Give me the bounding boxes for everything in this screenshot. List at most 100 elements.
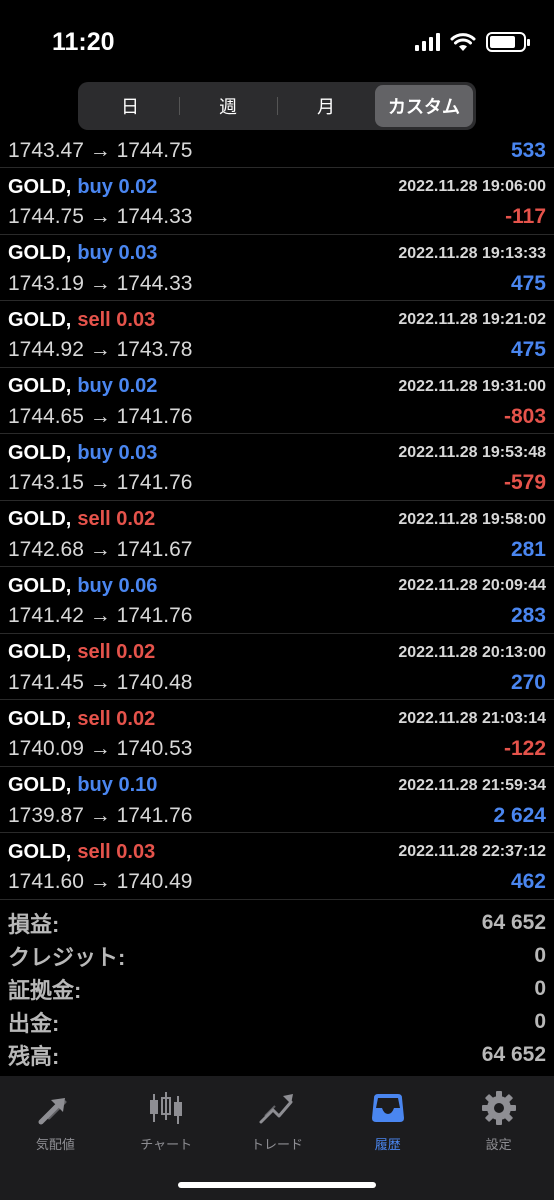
list-item[interactable]: GOLD, buy 0.03 2022.11.28 19:53:48 1743.15 … [0,434,554,501]
list-item[interactable]: GOLD, sell 0.02 2022.11.28 21:03:14 1740.09… [0,700,554,767]
trade-profit: 283 [510,604,546,627]
trade-time: 2022.11.28 19:21:02 [398,311,546,328]
trade-time: 2022.11.28 20:13:00 [398,643,546,661]
trade-profit: -117 [505,205,546,228]
summary-value: 0 [534,1009,546,1033]
trade-side: buy 0.06 [77,574,158,597]
trade-symbol: GOLD, [8,242,72,264]
trade-prices: 1743.15 → 1741.76 [8,471,193,494]
trade-side: buy 0.02 [77,175,158,198]
trade-prices: 1741.42 → 1741.76 [8,604,193,627]
list-item[interactable]: GOLD, buy 0.10 2022.11.28 21:59:34 1739.87 … [0,767,554,833]
trade-side: sell 0.03 [77,840,156,863]
trade-side: sell 0.02 [77,508,156,530]
summary-value: 64 652 [481,1042,546,1066]
list-item[interactable]: GOLD, buy 0.06 2022.11.28 20:09:44 1741.42 … [0,567,554,634]
trade-prices: 1739.87 → 1741.76 [8,803,193,827]
summary-balance-row: 残高: 64 652 [0,1038,554,1071]
summary-label: 損益: [8,911,60,937]
trade-profit: 462 [510,870,546,893]
trade-symbol: GOLD, [8,508,72,530]
trade-symbol: GOLD, [8,641,72,663]
trade-symbol: GOLD, [8,308,72,331]
summary-label: 証拠金: [8,977,82,1003]
tab-label: チャート [140,1137,193,1152]
account-summary: 損益: 64 652 クレジット: 0 証拠金: 0 出金: 0 残高: 64 … [0,906,554,1071]
trade-symbol: GOLD, [8,707,72,730]
trade-symbol: GOLD, [8,774,72,796]
status-time: 11:20 [52,28,115,56]
list-item[interactable]: GOLD, buy 0.03 2022.11.28 19:13:33 1743.19 … [0,235,554,301]
list-item[interactable]: 1743.47 → 1744.75 533 [0,138,554,168]
trade-prices: 1743.19 → 1744.33 [8,271,193,295]
tab-settings[interactable]: 設定 [443,1076,554,1200]
trade-profit: 475 [510,271,546,295]
trade-prices: 1743.47 → 1744.75 [8,139,193,162]
history-inbox-icon [368,1088,408,1128]
list-item[interactable]: GOLD, buy 0.02 2022.11.28 19:06:00 1744.75 … [0,168,554,235]
tab-day[interactable]: 日 [81,85,179,127]
trade-side: sell 0.02 [77,707,156,730]
history-list[interactable]: 1743.47 → 1744.75 533 GOLD, buy 0.02 2022.… [0,138,554,900]
trade-symbol: GOLD, [8,441,72,464]
summary-profit-row: 損益: 64 652 [0,906,554,939]
trade-symbol: GOLD, [8,375,72,397]
summary-value: 0 [534,976,546,1000]
trade-time: 2022.11.28 19:13:33 [398,244,546,262]
trade-time: 2022.11.28 19:31:00 [398,377,546,395]
list-item[interactable]: GOLD, sell 0.02 2022.11.28 19:58:00 1742.68… [0,501,554,567]
list-item[interactable]: GOLD, buy 0.02 2022.11.28 19:31:00 1744.65 … [0,368,554,434]
trade-time: 2022.11.28 19:58:00 [398,510,546,528]
tab-label: 履歴 [374,1137,401,1152]
trade-profit: 270 [510,670,546,694]
trade-symbol: GOLD, [8,175,72,198]
summary-credit-row: クレジット: 0 [0,939,554,972]
quotes-arrows-icon [35,1088,75,1128]
trade-profit: -803 [503,404,546,428]
battery-icon [486,32,530,52]
trade-side: buy 0.02 [77,375,158,397]
home-indicator [178,1182,376,1188]
summary-value: 64 652 [481,910,546,934]
list-item[interactable]: GOLD, sell 0.03 2022.11.28 22:37:12 1741.60… [0,833,554,900]
trade-prices: 1744.65 → 1741.76 [8,404,193,428]
trade-profit: 475 [510,338,546,361]
trade-profit: -122 [503,737,546,760]
trade-time: 2022.11.28 19:06:00 [398,178,546,195]
tab-quotes[interactable]: 気配値 [0,1076,111,1200]
trade-time: 2022.11.28 21:03:14 [398,710,546,727]
trade-prices: 1744.92 → 1743.78 [8,338,193,361]
cellular-signal-icon [415,33,440,51]
trade-time: 2022.11.28 19:53:48 [398,444,546,461]
tab-week[interactable]: 週 [179,85,277,127]
summary-label: 残高: [8,1043,60,1069]
summary-deposit-row: 証拠金: 0 [0,972,554,1005]
trade-profit: 533 [510,139,546,162]
summary-label: 出金: [8,1010,60,1036]
status-icons [415,32,530,52]
trade-profit: 281 [510,537,546,561]
trade-prices: 1744.75 → 1744.33 [8,205,193,228]
trade-side: sell 0.03 [77,308,156,331]
trade-line-icon [257,1088,297,1128]
trade-symbol: GOLD, [8,840,72,863]
trade-time: 2022.11.28 20:09:44 [398,577,546,594]
trade-side: buy 0.03 [77,242,158,264]
candlestick-chart-icon [146,1088,186,1128]
tab-label: 気配値 [35,1137,75,1152]
tab-label: 設定 [485,1137,512,1152]
trade-side: sell 0.02 [77,641,156,663]
status-bar: 11:20 [0,0,554,80]
tab-custom[interactable]: カスタム [375,85,473,127]
tab-month[interactable]: 月 [277,85,375,127]
trade-time: 2022.11.28 22:37:12 [398,843,546,860]
trade-prices: 1741.60 → 1740.49 [8,870,193,893]
list-item[interactable]: GOLD, sell 0.02 2022.11.28 20:13:00 1741.45… [0,634,554,700]
trade-profit: 2 624 [493,803,546,827]
summary-label: クレジット: [8,944,126,970]
list-item[interactable]: GOLD, sell 0.03 2022.11.28 19:21:02 1744.92… [0,301,554,368]
bottom-tab-bar: 気配値 チャート トレード 履歴 設定 [0,1076,554,1200]
trade-profit: -579 [503,471,546,494]
gear-icon [479,1088,519,1128]
trade-prices: 1741.45 → 1740.48 [8,670,193,694]
